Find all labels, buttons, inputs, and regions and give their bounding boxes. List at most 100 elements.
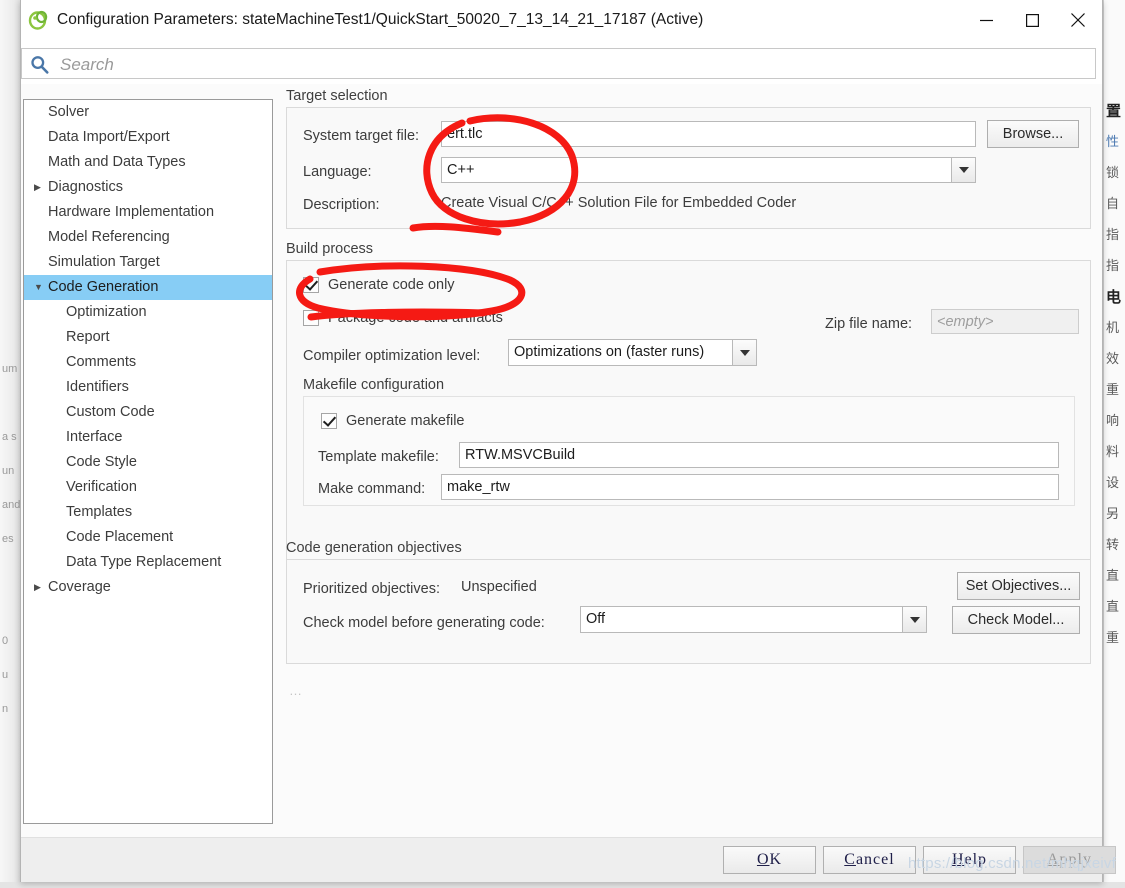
background-glyph: 效 — [1106, 352, 1120, 367]
background-glyph: and — [2, 499, 20, 511]
sidebar-item-solver[interactable]: Solver — [24, 100, 272, 125]
help-rest: elp — [964, 851, 988, 868]
background-glyph: a s — [2, 431, 17, 443]
background-glyph: um — [2, 363, 18, 375]
background-glyph: 置 — [1106, 102, 1122, 120]
background-glyph: 指 — [1106, 259, 1120, 274]
sidebar-item-label: Simulation Target — [48, 254, 160, 270]
sidebar-item-label: Code Style — [66, 454, 137, 470]
generate-code-only-checkbox[interactable]: Generate code only — [303, 277, 455, 293]
background-glyph: un — [2, 465, 15, 477]
sidebar-item-math-and-data-types[interactable]: Math and Data Types — [24, 150, 272, 175]
chevron-down-icon[interactable] — [951, 158, 975, 182]
chevron-down-icon[interactable] — [732, 340, 756, 365]
language-label: Language: — [303, 164, 372, 180]
minimize-button[interactable] — [963, 0, 1009, 40]
help-mnemonic: H — [951, 851, 965, 868]
sidebar-item-data-import-export[interactable]: Data Import/Export — [24, 125, 272, 150]
cancel-button[interactable]: Cancel — [823, 846, 916, 874]
checkbox-box — [321, 413, 337, 429]
sidebar-item-verification[interactable]: Verification — [24, 475, 272, 500]
sidebar-item-interface[interactable]: Interface — [24, 425, 272, 450]
checkbox-box — [303, 310, 319, 326]
settings-tree[interactable]: Solver Data Import/Export Math and Data Ty… — [23, 99, 273, 824]
background-glyph: u — [2, 669, 9, 681]
template-makefile-input[interactable]: RTW.MSVCBuild — [459, 442, 1059, 468]
language-combobox[interactable]: C++ — [441, 157, 976, 183]
background-glyph: 直 — [1106, 600, 1120, 615]
apply-rest: pply — [1059, 851, 1092, 868]
package-code-checkbox[interactable]: Package code and artifacts — [303, 310, 503, 326]
background-glyph: 直 — [1106, 569, 1120, 584]
sidebar-item-label: Optimization — [66, 304, 147, 320]
sidebar-item-code-placement[interactable]: Code Placement — [24, 525, 272, 550]
search-box[interactable] — [21, 48, 1096, 80]
chevron-down-icon[interactable]: ▼ — [34, 275, 43, 300]
sidebar-item-label: Interface — [66, 429, 123, 445]
background-glyph: 料 — [1106, 445, 1120, 460]
sidebar-item-report[interactable]: Report — [24, 325, 272, 350]
apply-button[interactable]: Apply — [1023, 846, 1116, 874]
close-button[interactable] — [1055, 0, 1101, 40]
compiler-optimization-combobox[interactable]: Optimizations on (faster runs) — [508, 339, 757, 366]
set-objectives-button[interactable]: Set Objectives... — [957, 572, 1080, 600]
apply-mnemonic: A — [1046, 851, 1060, 868]
background-glyph: 指 — [1106, 228, 1120, 243]
compiler-optimization-label: Compiler optimization level: — [303, 348, 481, 364]
background-right-toolbar-column: 置性锁自指指电机效重响料设另转直直重 — [1106, 96, 1125, 654]
help-button[interactable]: Help — [923, 846, 1016, 874]
target-selection-title: Target selection — [286, 88, 388, 104]
search-input[interactable] — [58, 49, 1062, 80]
generate-makefile-label: Generate makefile — [346, 413, 465, 429]
sidebar-item-code-generation[interactable]: ▼ Code Generation — [24, 275, 272, 300]
background-glyph — [0, 590, 20, 624]
sidebar-item-label: Comments — [66, 354, 137, 370]
sidebar-item-label: Code Placement — [66, 529, 174, 545]
check-model-button[interactable]: Check Model... — [952, 606, 1080, 634]
sidebar-item-code-style[interactable]: Code Style — [24, 450, 272, 475]
system-target-file-input[interactable]: ert.tlc — [441, 121, 976, 147]
background-glyph: 重 — [1106, 383, 1120, 398]
template-makefile-label: Template makefile: — [318, 449, 439, 465]
background-glyph — [0, 284, 20, 318]
sidebar-item-custom-code[interactable]: Custom Code — [24, 400, 272, 425]
more-options-ellipsis[interactable]: … — [289, 683, 303, 698]
cancel-mnemonic: C — [844, 851, 856, 868]
makefile-config-title: Makefile configuration — [303, 377, 445, 393]
sidebar-item-label: Report — [66, 329, 110, 345]
background-glyph — [0, 318, 20, 352]
check-model-label: Check model before generating code: — [303, 615, 545, 631]
maximize-button[interactable] — [1009, 0, 1055, 40]
ok-button[interactable]: OK — [723, 846, 816, 874]
prioritized-objectives-value: Unspecified — [461, 579, 537, 595]
description-value: Create Visual C/C++ Solution File for Em… — [441, 195, 797, 211]
description-label: Description: — [303, 197, 380, 213]
sidebar-item-diagnostics[interactable]: ▶ Diagnostics — [24, 175, 272, 200]
sidebar-item-data-type-replacement[interactable]: Data Type Replacement — [24, 550, 272, 575]
dialog-content: Solver Data Import/Export Math and Data Ty… — [21, 85, 1102, 837]
chevron-down-icon[interactable] — [902, 607, 926, 632]
chevron-right-icon[interactable]: ▶ — [34, 575, 41, 600]
configuration-parameters-dialog: Configuration Parameters: stateMachineTe… — [20, 0, 1116, 882]
sidebar-item-label: Coverage — [48, 579, 111, 595]
sidebar-item-identifiers[interactable]: Identifiers — [24, 375, 272, 400]
zip-file-name-input[interactable]: <empty> — [931, 309, 1079, 334]
sidebar-item-model-referencing[interactable]: Model Referencing — [24, 225, 272, 250]
background-glyph: 机 — [1106, 321, 1120, 336]
chevron-right-icon[interactable]: ▶ — [34, 175, 41, 200]
background-glyph: 重 — [1106, 631, 1120, 646]
sidebar-item-templates[interactable]: Templates — [24, 500, 272, 525]
background-glyph: 电 — [1106, 288, 1122, 306]
sidebar-item-coverage[interactable]: ▶ Coverage — [24, 575, 272, 600]
browse-button[interactable]: Browse... — [987, 120, 1079, 148]
sidebar-item-comments[interactable]: Comments — [24, 350, 272, 375]
sidebar-item-optimization[interactable]: Optimization — [24, 300, 272, 325]
sidebar-item-simulation-target[interactable]: Simulation Target — [24, 250, 272, 275]
background-glyph: 响 — [1106, 414, 1120, 429]
make-command-input[interactable]: make_rtw — [441, 474, 1059, 500]
generate-makefile-checkbox[interactable]: Generate makefile — [321, 413, 464, 429]
check-model-combobox[interactable]: Off — [580, 606, 927, 633]
generate-code-only-label: Generate code only — [328, 277, 455, 293]
settings-pane: Target selection System target file: ert… — [286, 85, 1101, 837]
sidebar-item-hardware-implementation[interactable]: Hardware Implementation — [24, 200, 272, 225]
